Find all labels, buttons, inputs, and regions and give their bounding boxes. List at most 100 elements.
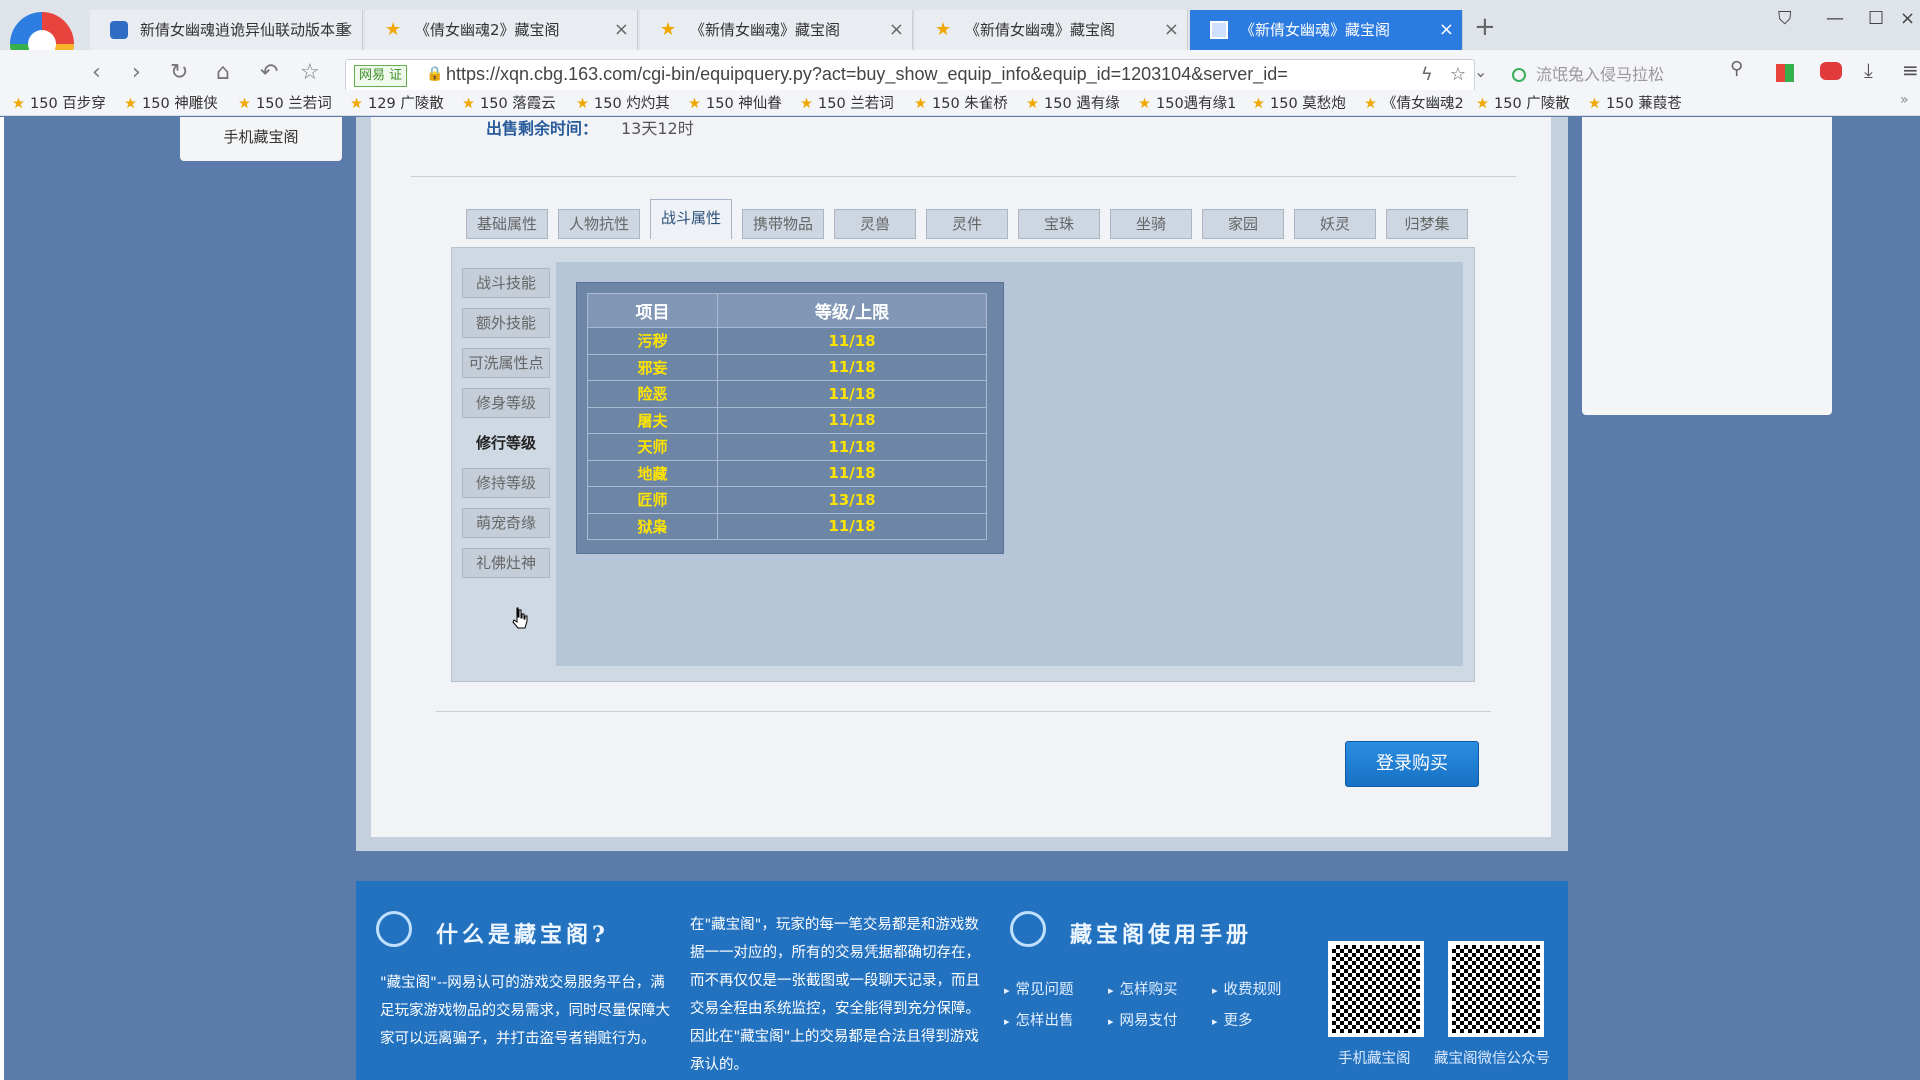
address-bar[interactable]: 网易 证 🔒 https://xqn.cbg.163.com/cgi-bin/e… <box>345 59 1475 91</box>
tab-home[interactable]: 家园 <box>1202 209 1284 239</box>
tab-pets[interactable]: 灵兽 <box>834 209 916 239</box>
skin-icon[interactable]: ⛉ <box>1778 8 1792 29</box>
item-name: 地藏 <box>587 459 718 487</box>
chevron-down-icon[interactable]: ⌄ <box>1474 62 1487 81</box>
side-reset-points[interactable]: 可洗属性点 <box>462 348 550 378</box>
table-row: 匠师 13/18 <box>587 486 987 514</box>
tab-companions[interactable]: 灵件 <box>926 209 1008 239</box>
side-maintain-level[interactable]: 修持等级 <box>462 468 550 498</box>
tab-mounts[interactable]: 坐骑 <box>1110 209 1192 239</box>
browser-tab[interactable]: ★ 《倩女幽魂2》藏宝阁 × <box>365 10 638 50</box>
close-icon[interactable]: × <box>614 10 629 50</box>
address-bar-actions[interactable]: ϟ ☆ <box>1421 64 1466 85</box>
back-icon[interactable]: ‹ <box>92 60 101 85</box>
manual-title: 藏宝阁使用手册 <box>1070 922 1253 948</box>
bookmark-item[interactable]: 150 神仙眷 <box>688 92 782 113</box>
tab-combat[interactable]: 战斗属性 <box>650 199 732 239</box>
side-cultivation-level[interactable]: 修身等级 <box>462 388 550 418</box>
game-controller-icon[interactable] <box>1820 62 1842 80</box>
tab-gems[interactable]: 宝珠 <box>1018 209 1100 239</box>
browser-tab[interactable]: ★ 《新倩女幽魂》藏宝阁 × <box>640 10 913 50</box>
bookmark-item[interactable]: 150遇有缘1 <box>1138 92 1236 113</box>
new-tab-button[interactable]: + <box>1474 12 1496 42</box>
lightning-icon[interactable]: ϟ <box>1421 64 1433 85</box>
browser-tab[interactable]: 新倩女幽魂逍诡异仙联动版本重 × <box>90 10 363 50</box>
bookmark-item[interactable]: 150 百步穿 <box>12 92 106 113</box>
what-is-cbg-title: 什么是藏宝阁? <box>436 922 609 948</box>
lock-icon: 🔒 <box>426 66 444 82</box>
side-combat-skills[interactable]: 战斗技能 <box>462 268 550 298</box>
close-icon[interactable]: × <box>1164 10 1179 50</box>
tab-resistance[interactable]: 人物抗性 <box>558 209 640 239</box>
link-fee-rules[interactable]: 收费规则 <box>1212 978 1282 999</box>
remaining-time-label: 出售剩余时间： <box>486 119 599 138</box>
bookmark-item[interactable]: 150 广陵散 <box>1476 92 1570 113</box>
maximize-icon[interactable]: ☐ <box>1868 8 1884 29</box>
info-icon <box>376 911 412 947</box>
link-more[interactable]: 更多 <box>1212 1009 1253 1030</box>
download-icon[interactable]: ⤓ <box>1864 58 1873 82</box>
browser-tab-active[interactable]: 《新倩女幽魂》藏宝阁 × <box>1190 10 1463 50</box>
bookmark-item[interactable]: 《倩女幽魂2 <box>1364 92 1464 113</box>
star-icon: ★ <box>660 19 677 40</box>
bookmark-item[interactable]: 150 灼灼其 <box>576 92 670 113</box>
tab-spirits[interactable]: 妖灵 <box>1294 209 1376 239</box>
bookmark-item[interactable]: 150 兰若词 <box>800 92 894 113</box>
bookmark-item[interactable]: 129 广陵散 <box>350 92 444 113</box>
link-how-to-buy[interactable]: 怎样购买 <box>1108 978 1178 999</box>
close-window-icon[interactable]: × <box>1900 8 1915 29</box>
table-row: 险恶 11/18 <box>587 380 987 408</box>
item-name: 屠夫 <box>587 406 718 434</box>
menu-icon[interactable]: ≡ <box>1902 58 1919 82</box>
forward-icon[interactable]: › <box>132 60 141 85</box>
manual-icon <box>1010 911 1046 947</box>
reload-icon[interactable]: ↻ <box>170 60 188 85</box>
item-name: 险恶 <box>587 380 718 408</box>
bookmark-item[interactable]: 150 蒹葭苍 <box>1588 92 1682 113</box>
favorite-icon[interactable]: ☆ <box>1450 64 1466 85</box>
secure-badge: 网易 证 <box>354 65 408 87</box>
search-input[interactable]: 流氓兔入侵马拉松 <box>1506 59 1756 91</box>
link-how-to-sell[interactable]: 怎样出售 <box>1004 1009 1074 1030</box>
more-bookmarks-icon[interactable]: » <box>1900 92 1909 108</box>
tab-dreams[interactable]: 归梦集 <box>1386 209 1468 239</box>
undo-icon[interactable]: ↶ <box>260 60 278 85</box>
mobile-cbg-link[interactable]: 手机藏宝阁 <box>180 117 342 161</box>
page-edge <box>0 117 4 1080</box>
login-buy-button[interactable]: 登录购买 <box>1345 741 1479 787</box>
tab-items[interactable]: 携带物品 <box>742 209 824 239</box>
close-icon[interactable]: × <box>339 10 354 50</box>
search-icon[interactable]: ⚲ <box>1730 58 1743 79</box>
side-practice-level[interactable]: 修行等级 <box>462 428 550 458</box>
divider <box>411 176 1516 177</box>
apps-icon[interactable] <box>1776 64 1794 82</box>
tab-basic[interactable]: 基础属性 <box>466 209 548 239</box>
bookmark-item[interactable]: 150 遇有缘 <box>1026 92 1120 113</box>
bookmark-item[interactable]: 150 朱雀桥 <box>914 92 1008 113</box>
side-kitchen-god[interactable]: 礼佛灶神 <box>462 548 550 578</box>
what-is-cbg-text: "藏宝阁"--网易认可的游戏交易服务平台，满足玩家游戏物品的交易需求，同时尽量保… <box>380 975 670 1047</box>
bookmark-item[interactable]: 150 莫愁炮 <box>1252 92 1346 113</box>
url-input[interactable]: https://xqn.cbg.163.com/cgi-bin/equipque… <box>446 64 1406 85</box>
link-faq[interactable]: 常见问题 <box>1004 978 1074 999</box>
minimize-icon[interactable]: — <box>1826 8 1844 29</box>
bookmark-star-icon[interactable]: ☆ <box>300 60 320 85</box>
bookmark-item[interactable]: 150 兰若词 <box>238 92 332 113</box>
home-icon[interactable]: ⌂ <box>216 60 230 85</box>
link-netease-pay[interactable]: 网易支付 <box>1108 1009 1178 1030</box>
side-pet-adventure[interactable]: 萌宠奇缘 <box>462 508 550 538</box>
table-row: 屠夫 11/18 <box>587 406 987 434</box>
item-name: 天师 <box>587 433 718 461</box>
bookmark-item[interactable]: 150 落霞云 <box>462 92 556 113</box>
table-row: 天师 11/18 <box>587 433 987 461</box>
footer: 什么是藏宝阁? "藏宝阁"--网易认可的游戏交易服务平台，满足玩家游戏物品的交易… <box>356 881 1568 1080</box>
browser-tab[interactable]: ★ 《新倩女幽魂》藏宝阁 × <box>915 10 1188 50</box>
close-icon[interactable]: × <box>889 10 904 50</box>
side-extra-skills[interactable]: 额外技能 <box>462 308 550 338</box>
remaining-time-value: 13天12时 <box>621 119 694 138</box>
close-icon[interactable]: × <box>1439 10 1454 50</box>
bookmark-item[interactable]: 150 神雕侠 <box>124 92 218 113</box>
practice-panel: 项目 等级/上限 污秽 11/18 邪妄 11/18 险恶 11/18 屠夫 11/18… <box>556 262 1463 666</box>
mobile-cbg-qr-code <box>1328 941 1424 1037</box>
game-icon <box>110 21 128 39</box>
